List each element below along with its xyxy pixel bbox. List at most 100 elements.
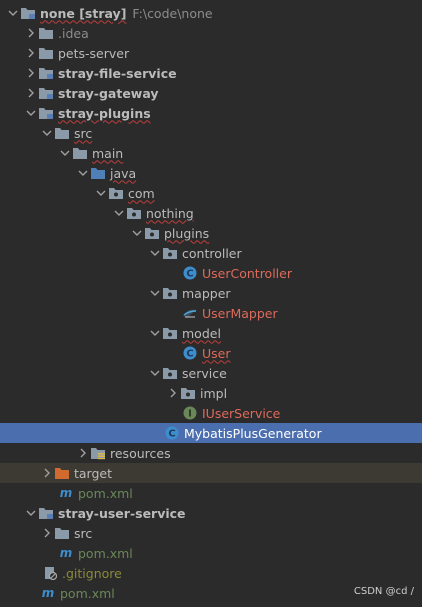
package-icon	[162, 285, 178, 301]
tree-row-plugins[interactable]: plugins	[0, 223, 422, 243]
mybatis-mapper-icon	[182, 305, 198, 321]
file-label: UserController	[202, 265, 292, 281]
chevron-down-icon[interactable]	[40, 123, 54, 143]
tree-row-mapper[interactable]: mapper	[0, 283, 422, 303]
chevron-down-icon[interactable]	[148, 363, 162, 383]
chevron-down-icon[interactable]	[58, 143, 72, 163]
tree-row-user[interactable]: C User	[0, 343, 422, 363]
folder-icon	[72, 145, 88, 161]
tree-row-gitignore[interactable]: .gitignore	[0, 563, 422, 583]
maven-icon: m	[41, 586, 55, 600]
tree-row-root[interactable]: none [stray] F:\code\none	[0, 3, 422, 23]
chevron-down-icon[interactable]	[130, 223, 144, 243]
tree-row-iuser-service[interactable]: I IUserService	[0, 403, 422, 423]
file-label: pom.xml	[60, 585, 115, 601]
chevron-down-icon[interactable]	[6, 3, 20, 23]
chevron-right-icon[interactable]	[40, 463, 54, 483]
folder-label: src	[74, 125, 93, 141]
tree-row-controller[interactable]: controller	[0, 243, 422, 263]
tree-row-target[interactable]: target	[0, 463, 422, 483]
package-icon	[108, 185, 124, 201]
tree-row-main[interactable]: main	[0, 143, 422, 163]
package-label: plugins	[164, 225, 210, 241]
tree-row-user-mapper[interactable]: UserMapper	[0, 303, 422, 323]
project-tree-panel: none [stray] F:\code\none .idea pets-ser…	[0, 0, 422, 607]
module-label: stray-file-service	[58, 65, 177, 81]
chevron-right-icon[interactable]	[76, 443, 90, 463]
tree-row-user-src[interactable]: src	[0, 523, 422, 543]
chevron-right-icon[interactable]	[24, 43, 38, 63]
package-label: nothing	[146, 205, 194, 221]
file-label: pom.xml	[78, 485, 133, 501]
tree-row-java[interactable]: java	[0, 163, 422, 183]
chevron-right-icon[interactable]	[166, 383, 180, 403]
package-icon	[144, 225, 160, 241]
excluded-folder-icon	[54, 465, 70, 481]
tree-row-stray-gateway[interactable]: stray-gateway	[0, 83, 422, 103]
tree-row-model[interactable]: model	[0, 323, 422, 343]
chevron-down-icon[interactable]	[148, 323, 162, 343]
watermark: CSDN @cd /	[353, 586, 414, 597]
svg-text:C: C	[168, 429, 175, 440]
file-label: MybatisPlusGenerator	[184, 425, 322, 441]
package-icon	[180, 385, 196, 401]
maven-icon: m	[59, 546, 73, 560]
gitignore-icon	[42, 565, 58, 581]
folder-label: src	[74, 525, 93, 541]
tree-row-service[interactable]: service	[0, 363, 422, 383]
file-label: IUserService	[202, 405, 281, 421]
svg-text:C: C	[186, 349, 193, 360]
folder-label: pets-server	[58, 45, 130, 61]
tree-row-resources[interactable]: resources	[0, 443, 422, 463]
package-label: service	[182, 365, 227, 381]
module-folder-icon	[38, 85, 54, 101]
package-label: controller	[182, 245, 242, 261]
folder-label: java	[110, 165, 137, 181]
chevron-right-icon[interactable]	[40, 523, 54, 543]
file-label: .gitignore	[62, 565, 122, 581]
module-label: stray-plugins	[58, 105, 151, 121]
tree-row-stray-file-service[interactable]: stray-file-service	[0, 63, 422, 83]
chevron-down-icon[interactable]	[76, 163, 90, 183]
folder-icon	[54, 125, 70, 141]
svg-text:C: C	[186, 269, 193, 280]
tree-row-generator-selected[interactable]: C MybatisPlusGenerator	[0, 423, 422, 443]
folder-label: main	[92, 145, 124, 161]
maven-icon: m	[59, 486, 73, 500]
tree-row-stray-user-service[interactable]: stray-user-service	[0, 503, 422, 523]
module-label: stray-gateway	[58, 85, 159, 101]
chevron-down-icon[interactable]	[112, 203, 126, 223]
tree-row-pom-user[interactable]: m pom.xml	[0, 543, 422, 563]
tree-row-pom-plugins[interactable]: m pom.xml	[0, 483, 422, 503]
folder-label: .idea	[58, 25, 89, 41]
module-folder-icon	[38, 505, 54, 521]
tree-row-user-controller[interactable]: C UserController	[0, 263, 422, 283]
svg-text:I: I	[188, 409, 192, 420]
tree-row-nothing[interactable]: nothing	[0, 203, 422, 223]
class-icon: C	[164, 425, 180, 441]
chevron-right-icon[interactable]	[24, 63, 38, 83]
module-folder-icon	[38, 65, 54, 81]
file-label: User	[202, 345, 231, 361]
chevron-down-icon[interactable]	[24, 103, 38, 123]
tree-row-impl[interactable]: impl	[0, 383, 422, 403]
package-icon	[126, 205, 142, 221]
file-label: UserMapper	[202, 305, 278, 321]
chevron-right-icon[interactable]	[24, 83, 38, 103]
chevron-down-icon[interactable]	[148, 243, 162, 263]
tree-row-stray-plugins[interactable]: stray-plugins	[0, 103, 422, 123]
chevron-right-icon[interactable]	[24, 23, 38, 43]
package-icon	[162, 245, 178, 261]
module-folder-icon	[38, 105, 54, 121]
chevron-down-icon[interactable]	[94, 183, 108, 203]
tree-row-com[interactable]: com	[0, 183, 422, 203]
tree-row-src[interactable]: src	[0, 123, 422, 143]
chevron-down-icon[interactable]	[148, 283, 162, 303]
tree-row-idea[interactable]: .idea	[0, 23, 422, 43]
package-label: impl	[200, 385, 228, 401]
module-folder-icon	[20, 5, 36, 21]
tree-row-pets-server[interactable]: pets-server	[0, 43, 422, 63]
folder-icon	[38, 25, 54, 41]
chevron-down-icon[interactable]	[24, 503, 38, 523]
root-project-path: F:\code\none	[132, 5, 213, 21]
